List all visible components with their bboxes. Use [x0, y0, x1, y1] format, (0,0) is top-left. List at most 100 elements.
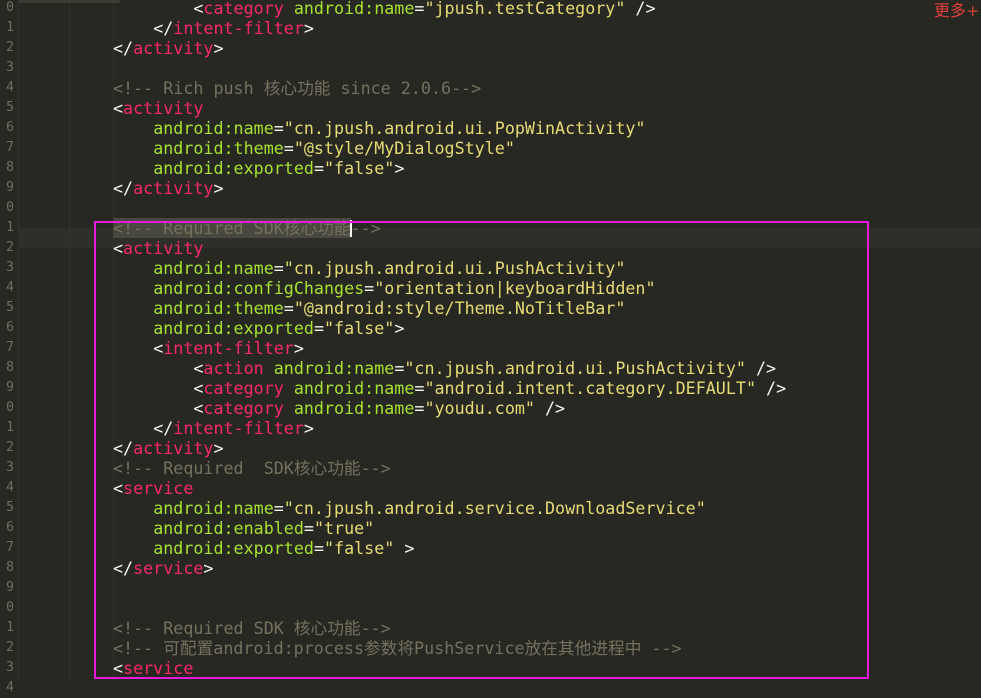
code-line[interactable]: <service: [113, 658, 193, 678]
punctuation: >: [203, 558, 214, 578]
punctuation: >: [213, 38, 224, 58]
punctuation: =: [283, 138, 294, 158]
code-line[interactable]: </activity>: [113, 38, 224, 58]
attribute-value: "cn.jpush.android.service.DownloadServic…: [283, 498, 706, 518]
punctuation: =: [414, 398, 425, 418]
code-line[interactable]: <!-- Required SDK核心功能-->: [113, 218, 381, 238]
attribute-name: android:enabled: [153, 518, 304, 538]
code-line[interactable]: <!-- Rich push 核心功能 since 2.0.6-->: [113, 78, 481, 98]
comment: -->: [350, 218, 381, 238]
code-line[interactable]: <service: [113, 478, 193, 498]
attribute-name: android:name: [273, 358, 395, 378]
punctuation: <: [113, 478, 124, 498]
code-line[interactable]: <activity: [113, 238, 203, 258]
line-number: 0: [6, 600, 14, 615]
code-line[interactable]: android:exported="false" >: [113, 538, 414, 558]
code-line[interactable]: <activity: [113, 98, 203, 118]
indent-guide: [69, 0, 70, 684]
code-line[interactable]: android:exported="false">: [113, 318, 404, 338]
tag-name: service: [123, 478, 194, 498]
line-number: 5: [6, 500, 14, 515]
punctuation: [113, 518, 153, 538]
line-number: 8: [6, 560, 14, 575]
code-line[interactable]: android:exported="false">: [113, 158, 404, 178]
line-number: 6: [6, 520, 14, 535]
code-line[interactable]: <!-- Required SDK 核心功能-->: [113, 618, 391, 638]
tag-name: category: [203, 0, 284, 18]
code-line[interactable]: </activity>: [113, 178, 224, 198]
punctuation: [113, 18, 153, 38]
punctuation: =: [273, 498, 284, 518]
punctuation: [113, 158, 153, 178]
comment: <!-- Required SDK 核心功能-->: [113, 618, 391, 638]
line-number: 0: [6, 400, 14, 415]
tag-name: activity: [133, 438, 214, 458]
code-line[interactable]: <category android:name="jpush.testCatego…: [113, 0, 655, 18]
line-number: 4: [6, 480, 14, 495]
punctuation: />: [534, 398, 566, 418]
code-line[interactable]: </intent-filter>: [113, 18, 314, 38]
punctuation: =: [273, 258, 284, 278]
comment: <!-- 可配置android:process参数将PushService放在其…: [113, 638, 682, 658]
attribute-name: android:exported: [153, 538, 314, 558]
comment: <!-- Required SDK核心功能-->: [113, 458, 391, 478]
line-number: 3: [6, 260, 14, 275]
punctuation: />: [756, 378, 787, 398]
attribute-name: android:theme: [153, 138, 284, 158]
punctuation: [113, 538, 153, 558]
code-line[interactable]: android:enabled="true": [113, 518, 374, 538]
tag-name: intent-filter: [173, 418, 304, 438]
line-number: 4: [6, 680, 14, 695]
punctuation: </: [113, 558, 134, 578]
punctuation: [113, 298, 153, 318]
punctuation: =: [303, 518, 314, 538]
punctuation: [284, 398, 294, 418]
punctuation: </: [113, 38, 134, 58]
line-number: 1: [6, 620, 14, 635]
punctuation: <: [113, 658, 124, 678]
code-line[interactable]: android:theme="@android:style/Theme.NoTi…: [113, 298, 625, 318]
punctuation: =: [364, 278, 375, 298]
punctuation: >: [394, 318, 405, 338]
line-number: 7: [6, 540, 14, 555]
line-number: 3: [6, 660, 14, 675]
punctuation: [113, 418, 153, 438]
code-line[interactable]: <!-- Required SDK核心功能-->: [113, 458, 391, 478]
code-line[interactable]: </service>: [113, 558, 213, 578]
attribute-name: android:name: [293, 0, 415, 18]
code-line[interactable]: <category android:name="youdu.com" />: [113, 398, 565, 418]
code-line[interactable]: android:configChanges="orientation|keybo…: [113, 278, 655, 298]
code-line[interactable]: <action android:name="cn.jpush.android.u…: [113, 358, 776, 378]
punctuation: [113, 278, 153, 298]
more-watermark: 更多+: [934, 1, 980, 20]
tag-name: category: [203, 398, 284, 418]
line-number: 0: [6, 0, 14, 15]
code-line[interactable]: <intent-filter>: [113, 338, 304, 358]
punctuation: [113, 118, 153, 138]
attribute-value: "android.intent.category.DEFAULT": [424, 378, 756, 398]
code-line[interactable]: android:theme="@style/MyDialogStyle": [113, 138, 515, 158]
tag-name: activity: [123, 238, 204, 258]
punctuation: =: [414, 378, 425, 398]
code-line[interactable]: </activity>: [113, 438, 224, 458]
punctuation: =: [414, 0, 425, 18]
tag-name: activity: [133, 178, 214, 198]
comment: <!-- Rich push 核心功能 since 2.0.6-->: [113, 78, 482, 98]
code-line[interactable]: </intent-filter>: [113, 418, 314, 438]
attribute-name: android:exported: [153, 158, 314, 178]
code-line[interactable]: <!-- 可配置android:process参数将PushService放在其…: [113, 638, 682, 658]
code-line[interactable]: android:name="cn.jpush.android.service.D…: [113, 498, 706, 518]
attribute-value: "false": [323, 318, 395, 338]
code-line[interactable]: <category android:name="android.intent.c…: [113, 378, 786, 398]
line-number: 6: [6, 120, 14, 135]
punctuation: >: [303, 418, 314, 438]
punctuation: </: [153, 18, 174, 38]
code-line[interactable]: android:name="cn.jpush.android.ui.PushAc…: [113, 258, 625, 278]
code-line[interactable]: android:name="cn.jpush.android.ui.PopWin…: [113, 118, 645, 138]
tag-name: service: [133, 558, 204, 578]
punctuation: [284, 378, 294, 398]
comment: <!-- Required SDK核心功能: [113, 218, 351, 238]
line-number: 4: [6, 280, 14, 295]
tag-name: intent-filter: [173, 18, 304, 38]
line-number: 1: [6, 220, 14, 235]
